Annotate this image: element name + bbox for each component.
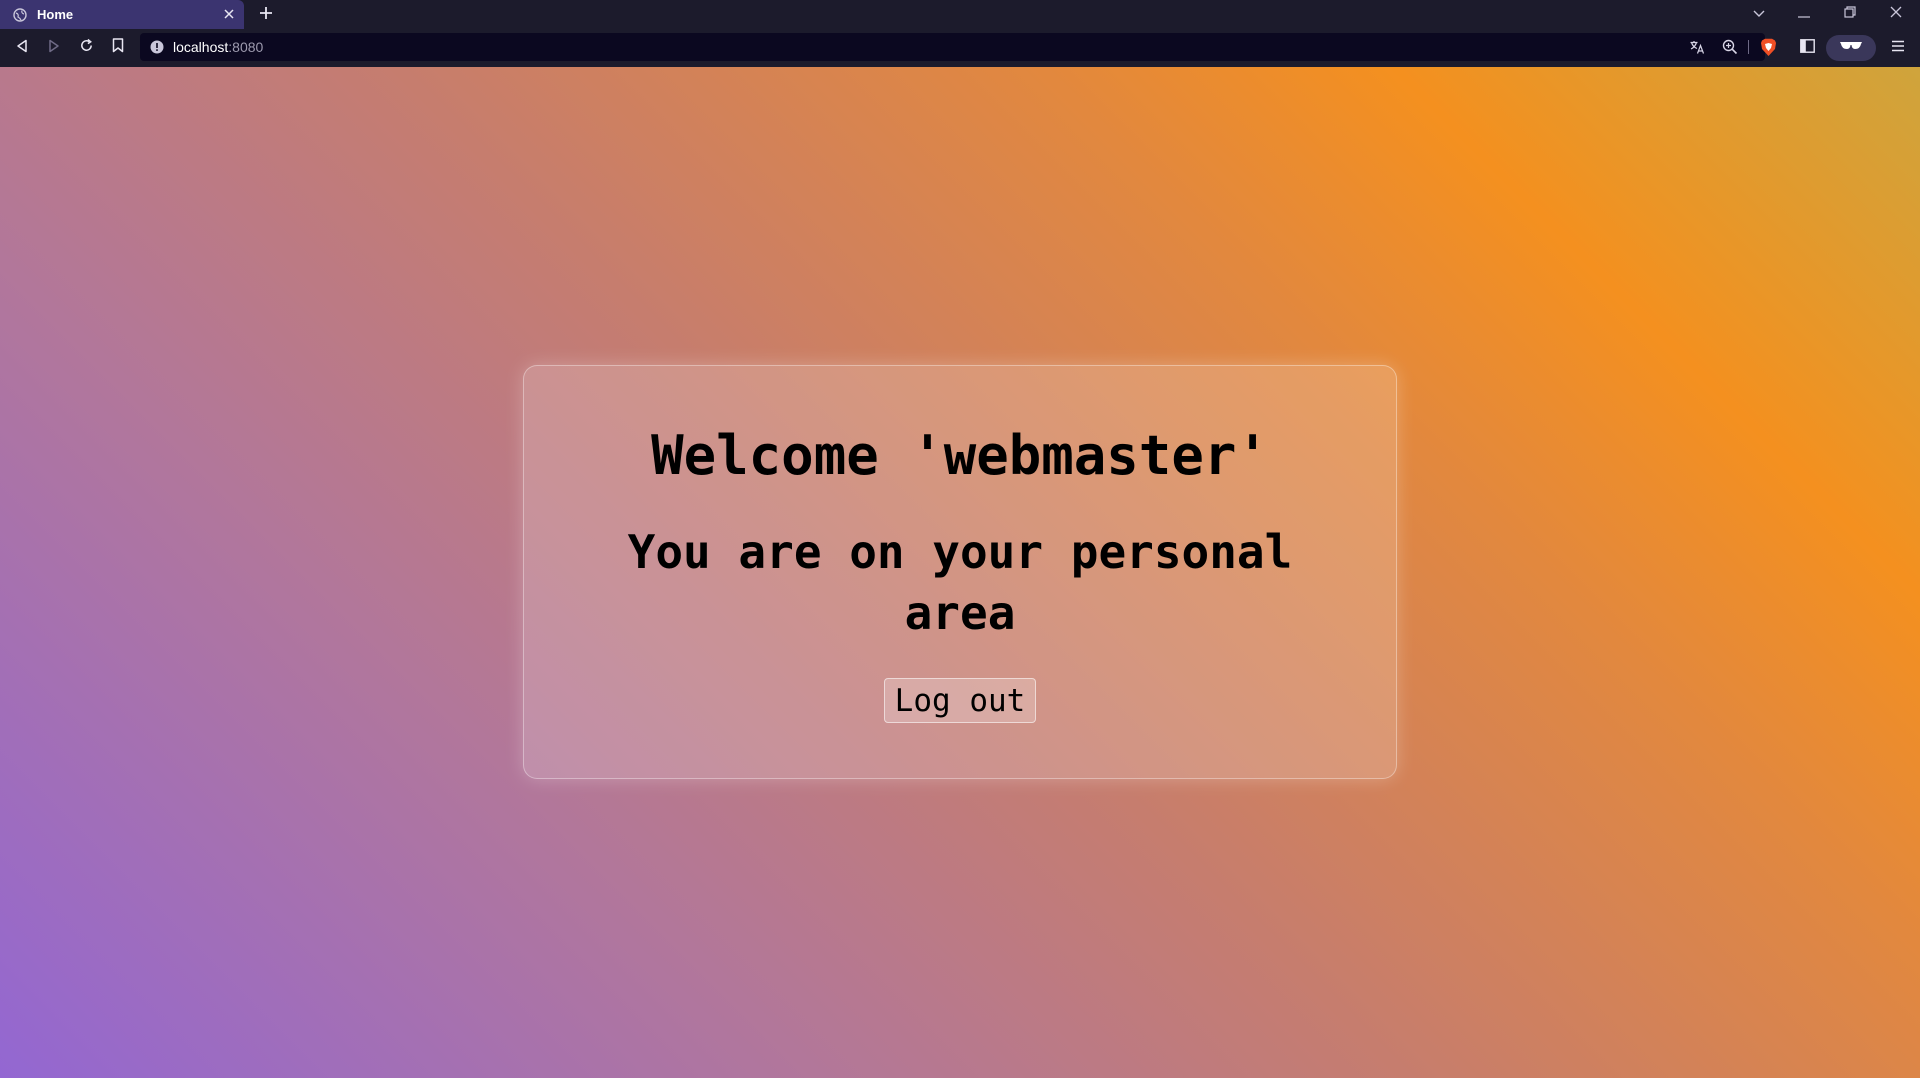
extension-button[interactable] — [1826, 35, 1876, 61]
tab-strip: Home — [0, 0, 1920, 29]
globe-icon — [12, 7, 27, 22]
page-viewport: Welcome 'webmaster' You are on your pers… — [0, 67, 1920, 1078]
back-icon — [15, 39, 29, 58]
browser-chrome: Home localhost:8080 — [0, 0, 1920, 67]
browser-toolbar: localhost:8080 — [0, 29, 1920, 67]
minimize-icon — [1798, 5, 1810, 23]
restore-icon — [1844, 5, 1856, 23]
close-icon[interactable] — [220, 5, 238, 23]
chevron-down-icon — [1753, 5, 1765, 23]
restore-button[interactable] — [1839, 4, 1861, 24]
tab-home[interactable]: Home — [0, 0, 244, 29]
url-text[interactable]: localhost:8080 — [173, 39, 263, 55]
welcome-heading: Welcome 'webmaster' — [651, 424, 1269, 487]
sidebar-button[interactable] — [1798, 37, 1816, 59]
reload-button[interactable] — [75, 37, 97, 59]
url-divider — [1748, 40, 1749, 54]
url-port: :8080 — [228, 39, 264, 55]
minimize-button[interactable] — [1793, 4, 1815, 24]
close-window-button[interactable] — [1885, 4, 1907, 24]
personal-area-card: Welcome 'webmaster' You are on your pers… — [523, 365, 1397, 779]
forward-icon — [47, 39, 61, 58]
forward-button[interactable] — [43, 37, 65, 59]
bookmark-button[interactable] — [107, 37, 129, 59]
back-button[interactable] — [11, 37, 33, 59]
logout-button[interactable]: Log out — [884, 678, 1036, 723]
translate-icon[interactable] — [1688, 38, 1706, 56]
reload-icon — [79, 38, 94, 58]
zoom-icon[interactable] — [1721, 38, 1739, 56]
personal-area-subtitle: You are on your personal area — [627, 525, 1293, 640]
url-host: localhost — [173, 39, 229, 55]
menu-button[interactable] — [1888, 37, 1908, 59]
close-icon — [1890, 5, 1902, 23]
new-tab-button[interactable] — [256, 5, 276, 25]
info-icon[interactable] — [150, 40, 164, 54]
hamburger-menu-icon — [1891, 39, 1905, 57]
tab-search-button[interactable] — [1748, 4, 1770, 24]
brave-shield-icon[interactable] — [1759, 38, 1777, 56]
bookmark-icon — [112, 38, 124, 58]
plus-icon — [259, 6, 273, 25]
sidebar-icon — [1799, 38, 1815, 58]
tab-title: Home — [37, 7, 74, 22]
address-bar[interactable]: localhost:8080 — [140, 33, 1776, 61]
glasses-icon — [1839, 39, 1863, 57]
